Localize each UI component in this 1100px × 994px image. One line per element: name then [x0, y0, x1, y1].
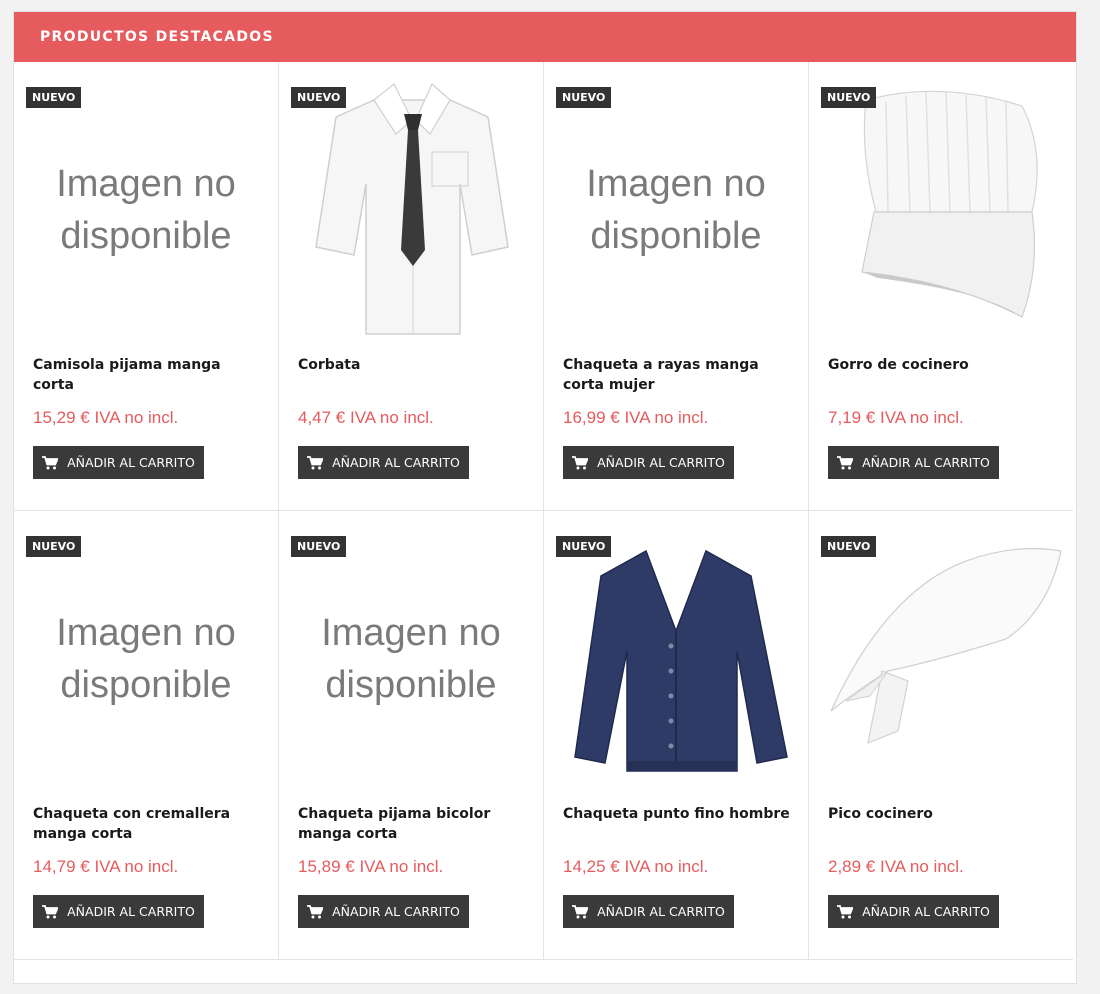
product-image[interactable] [279, 72, 543, 342]
add-to-cart-button[interactable]: AÑADIR AL CARRITO [563, 895, 734, 928]
add-to-cart-label: AÑADIR AL CARRITO [67, 904, 195, 919]
product-name[interactable]: Pico cocinero [828, 804, 1060, 824]
product-price: 14,25 € IVA no incl. [563, 857, 709, 876]
section-header: PRODUCTOS DESTACADOS [14, 12, 1076, 62]
product-price: 2,89 € IVA no incl. [828, 857, 964, 876]
add-to-cart-label: AÑADIR AL CARRITO [332, 904, 460, 919]
cardigan-image [574, 549, 788, 772]
cart-icon [307, 904, 324, 919]
new-badge: NUEVO [26, 536, 82, 557]
product-name[interactable]: Chaqueta pijama bicolor manga corta [298, 804, 530, 844]
add-to-cart-label: AÑADIR AL CARRITO [332, 455, 460, 470]
no-image-placeholder: Imagen no disponible [56, 163, 236, 257]
product-price: 15,29 € IVA no incl. [33, 408, 179, 427]
add-to-cart-label: AÑADIR AL CARRITO [862, 455, 990, 470]
cart-icon [572, 904, 589, 919]
product-price: 14,79 € IVA no incl. [33, 857, 179, 876]
new-badge: NUEVO [26, 87, 82, 108]
cart-icon [42, 455, 59, 470]
add-to-cart-button[interactable]: AÑADIR AL CARRITO [33, 895, 204, 928]
product-name[interactable]: Gorro de cocinero [828, 355, 1060, 375]
new-badge: NUEVO [821, 87, 877, 108]
product-image[interactable]: Imagen no disponible [14, 521, 278, 791]
new-badge: NUEVO [556, 87, 612, 108]
add-to-cart-button[interactable]: AÑADIR AL CARRITO [828, 446, 999, 479]
product-image[interactable] [544, 521, 808, 791]
product-name[interactable]: Chaqueta con cremallera manga corta [33, 804, 265, 844]
add-to-cart-button[interactable]: AÑADIR AL CARRITO [298, 446, 469, 479]
product-image[interactable]: Imagen no disponible [544, 72, 808, 342]
cart-icon [572, 455, 589, 470]
product-name[interactable]: Chaqueta punto fino hombre [563, 804, 795, 824]
product-image[interactable] [809, 72, 1073, 342]
product-card[interactable]: NUEVO Pico cocinero 2,89 € IVA no incl. AÑA… [809, 511, 1073, 960]
no-image-placeholder: Imagen no disponible [321, 612, 501, 706]
product-price: 7,19 € IVA no incl. [828, 408, 964, 427]
new-badge: NUEVO [291, 536, 347, 557]
neckerchief-image [830, 547, 1062, 744]
shirt-tie-image [315, 83, 509, 335]
product-image[interactable] [809, 521, 1073, 791]
new-badge: NUEVO [556, 536, 612, 557]
product-card[interactable]: NUEVO Imagen no disponible Chaqueta a raya… [544, 62, 809, 511]
add-to-cart-label: AÑADIR AL CARRITO [597, 455, 725, 470]
product-image[interactable]: Imagen no disponible [14, 72, 278, 342]
chef-hat-image [861, 90, 1038, 318]
product-card[interactable]: NUEVO Imagen no disponible Chaqueta con cr… [14, 511, 279, 960]
product-grid: NUEVO Imagen no disponible Camisola pijama… [14, 62, 1076, 960]
product-card[interactable]: NUEVO Gorro de cocinero 7,19 € IVA no incl… [809, 62, 1073, 511]
product-image[interactable]: Imagen no disponible [279, 521, 543, 791]
cart-icon [837, 904, 854, 919]
add-to-cart-label: AÑADIR AL CARRITO [862, 904, 990, 919]
no-image-placeholder: Imagen no disponible [56, 612, 236, 706]
product-card[interactable]: NUEVO Chaqueta punto fino hombre 14,25 € I… [544, 511, 809, 960]
product-name[interactable]: Corbata [298, 355, 530, 375]
add-to-cart-button[interactable]: AÑADIR AL CARRITO [563, 446, 734, 479]
new-badge: NUEVO [821, 536, 877, 557]
product-card[interactable]: NUEVO Imagen no disponible Chaqueta pijama… [279, 511, 544, 960]
product-name[interactable]: Chaqueta a rayas manga corta mujer [563, 355, 795, 395]
add-to-cart-label: AÑADIR AL CARRITO [67, 455, 195, 470]
product-price: 4,47 € IVA no incl. [298, 408, 434, 427]
product-card[interactable]: NUEVO Corbata 4,47 € IVA no incl. AÑADIR AL… [279, 62, 544, 511]
product-price: 15,89 € IVA no incl. [298, 857, 444, 876]
add-to-cart-button[interactable]: AÑADIR AL CARRITO [828, 895, 999, 928]
new-badge: NUEVO [291, 87, 347, 108]
add-to-cart-button[interactable]: AÑADIR AL CARRITO [298, 895, 469, 928]
no-image-placeholder: Imagen no disponible [586, 163, 766, 257]
section-title: PRODUCTOS DESTACADOS [40, 29, 274, 45]
product-card[interactable]: NUEVO Imagen no disponible Camisola pijama… [14, 62, 279, 511]
cart-icon [837, 455, 854, 470]
product-price: 16,99 € IVA no incl. [563, 408, 709, 427]
cart-icon [307, 455, 324, 470]
featured-products-panel: PRODUCTOS DESTACADOS NUEVO Imagen no disp… [13, 11, 1077, 984]
product-name[interactable]: Camisola pijama manga corta [33, 355, 265, 395]
cart-icon [42, 904, 59, 919]
add-to-cart-label: AÑADIR AL CARRITO [597, 904, 725, 919]
add-to-cart-button[interactable]: AÑADIR AL CARRITO [33, 446, 204, 479]
